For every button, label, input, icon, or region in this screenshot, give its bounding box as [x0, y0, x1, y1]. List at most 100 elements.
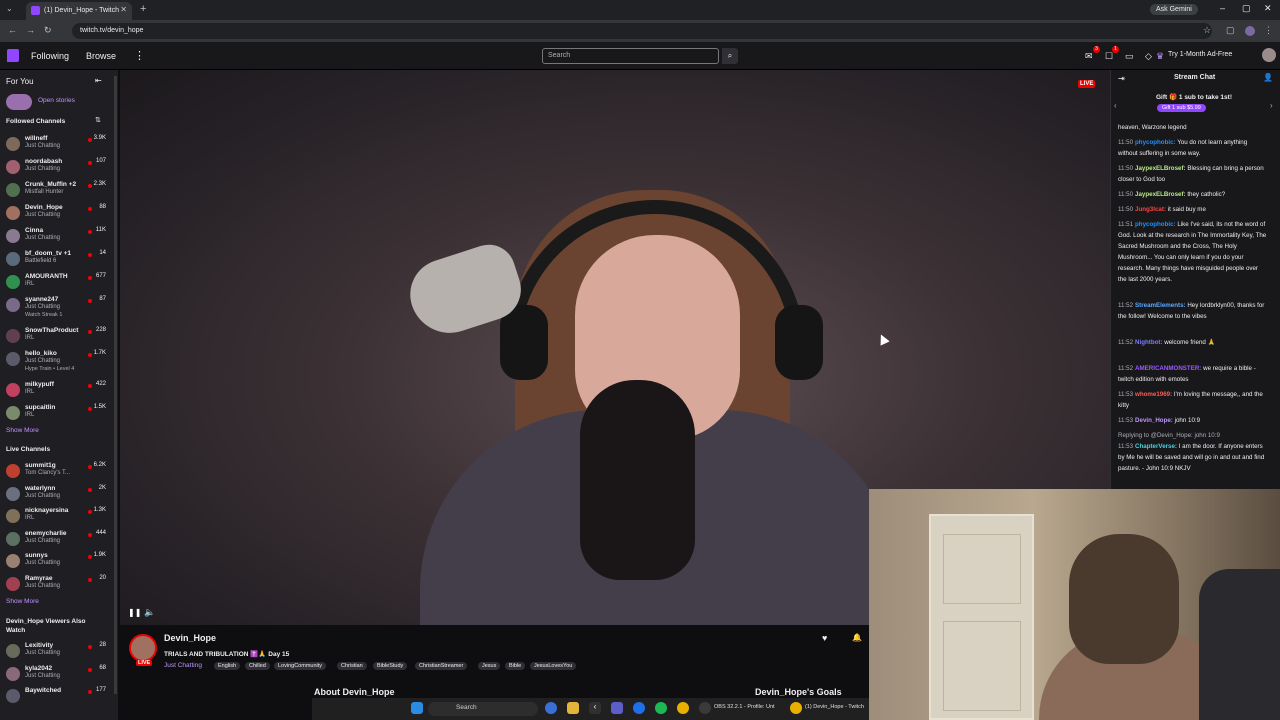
terminal-icon[interactable]: ‹: [589, 702, 601, 714]
sidebar-channel-item[interactable]: nicknayersina IRL 1.3K: [0, 506, 118, 528]
chat-username[interactable]: Nightbot:: [1135, 339, 1163, 346]
sidebar-channel-item[interactable]: willneff Just Chatting 3.9K: [0, 134, 118, 156]
sidebar-channel-item[interactable]: bf_doom_tv +1 Battlefield 6 14: [0, 249, 118, 271]
pause-icon[interactable]: ❚❚: [128, 608, 141, 617]
spotify-icon[interactable]: [655, 702, 667, 714]
sidebar-channel-item[interactable]: noordabash Just Chatting 107: [0, 157, 118, 179]
stream-tag[interactable]: BibleStudy: [373, 662, 408, 670]
sidebar-channel-item[interactable]: Lexitivity Just Chatting 28: [0, 641, 118, 663]
sort-icon[interactable]: ⇅: [95, 116, 101, 124]
chrome-profile-avatar[interactable]: [1245, 26, 1255, 36]
obs-taskbar-label[interactable]: OBS 32.2.1 - Profile: Unt: [714, 704, 775, 710]
chrome-menu-icon[interactable]: ⋮: [1264, 25, 1273, 36]
sidebar-channel-item[interactable]: kyla2042 Just Chatting 68: [0, 664, 118, 686]
sidebar-channel-item[interactable]: Baywitched 177: [0, 686, 118, 708]
edge-icon[interactable]: [633, 702, 645, 714]
sidebar-channel-item[interactable]: AMOURANTH IRL 677: [0, 272, 118, 294]
sidebar-channel-item[interactable]: Ramyrae Just Chatting 20: [0, 574, 118, 596]
sidebar-channel-item[interactable]: Devin_Hope Just Chatting 88: [0, 203, 118, 225]
stream-tag[interactable]: Chilled: [245, 662, 270, 670]
volume-icon[interactable]: 🔈: [144, 607, 155, 618]
open-stories-link[interactable]: Open stories: [38, 97, 75, 104]
stream-category-link[interactable]: Just Chatting: [164, 662, 202, 669]
reload-button[interactable]: ↻: [44, 25, 52, 36]
bits-icon[interactable]: ◇: [1145, 51, 1152, 62]
stories-avatars[interactable]: [6, 94, 32, 110]
chrome-icon[interactable]: [677, 702, 689, 714]
collapse-chat-icon[interactable]: ⇥: [1118, 74, 1125, 83]
show-more-live[interactable]: Show More: [6, 598, 39, 605]
ask-gemini-button[interactable]: Ask Gemini: [1150, 4, 1198, 15]
following-link[interactable]: Following: [31, 51, 69, 61]
ad-free-button[interactable]: Try 1-Month Ad-Free: [1168, 51, 1232, 58]
chat-username[interactable]: JaypexELBrosef:: [1135, 165, 1186, 172]
chat-username[interactable]: ChapterVerse:: [1135, 443, 1177, 450]
stream-tag[interactable]: ChristianStreamer: [415, 662, 468, 670]
sidebar-channel-item[interactable]: hello_kiko Just Chatting Hype Train • Leve…: [0, 349, 118, 372]
chat-username[interactable]: whome1969:: [1135, 391, 1172, 398]
sidebar-channel-item[interactable]: SnowThaProduct IRL 228: [0, 326, 118, 348]
twitch-logo-icon[interactable]: [7, 49, 19, 62]
sidebar-channel-item[interactable]: syanne247 Just Chatting Watch Streak 1 87: [0, 295, 118, 318]
gift-next-arrow-icon[interactable]: ›: [1270, 101, 1273, 110]
collapse-sidebar-icon[interactable]: ⇤: [95, 76, 102, 85]
user-avatar[interactable]: [1262, 48, 1276, 62]
new-tab-button[interactable]: +: [140, 3, 146, 15]
sidebar-channel-item[interactable]: sunnys Just Chatting 1.9K: [0, 551, 118, 573]
teams-icon[interactable]: [611, 702, 623, 714]
chat-username[interactable]: Jung3lcat:: [1135, 206, 1166, 213]
sidebar-channel-item[interactable]: milkypuff IRL 422: [0, 380, 118, 402]
stream-tag[interactable]: English: [214, 662, 241, 670]
stream-tag[interactable]: Bible: [505, 662, 526, 670]
streamer-avatar[interactable]: [129, 634, 157, 662]
tab-list-button[interactable]: ⌄: [6, 4, 13, 13]
stream-tag[interactable]: JesusLovesYou: [530, 662, 577, 670]
chrome-window-icon[interactable]: [790, 702, 802, 714]
inbox-icon[interactable]: ✉: [1085, 51, 1093, 62]
sidebar-channel-item[interactable]: summit1g Tom Clancy's T... 6.2K: [0, 461, 118, 483]
maximize-button[interactable]: ▢: [1242, 3, 1251, 14]
copilot-icon[interactable]: [545, 702, 557, 714]
sidebar-channel-item[interactable]: waterlynn Just Chatting 2K: [0, 484, 118, 506]
chat-username[interactable]: phycophobic:: [1135, 139, 1176, 146]
streamer-name[interactable]: Devin_Hope: [164, 633, 216, 643]
more-menu-icon[interactable]: ⋮: [134, 49, 145, 62]
sidebar-channel-item[interactable]: Cinna Just Chatting 11K: [0, 226, 118, 248]
gift-prev-arrow-icon[interactable]: ‹: [1114, 101, 1117, 110]
stream-tag[interactable]: Jesus: [478, 662, 501, 670]
stream-tag[interactable]: Christian: [337, 662, 367, 670]
minimize-button[interactable]: –: [1220, 3, 1225, 13]
forward-button[interactable]: →: [26, 25, 35, 35]
gift-sub-button[interactable]: Gift 1 sub $5.99: [1157, 104, 1206, 112]
follow-heart-icon[interactable]: ♥: [822, 633, 827, 643]
browser-tab[interactable]: (1) Devin_Hope - Twitch ✕: [26, 2, 132, 20]
windows-start-icon[interactable]: [411, 702, 423, 714]
search-icon[interactable]: ⌕: [722, 48, 738, 64]
extensions-icon[interactable]: ▢: [1226, 25, 1235, 36]
sidebar-channel-item[interactable]: enemycharlie Just Chatting 444: [0, 529, 118, 551]
url-field[interactable]: twitch.tv/devin_hope: [72, 23, 1212, 39]
sidebar-scrollbar[interactable]: [114, 76, 117, 694]
chrome-taskbar-label[interactable]: (1) Devin_Hope - Twitch: [805, 704, 865, 710]
notifications-icon[interactable]: ☐: [1105, 51, 1113, 62]
chat-username[interactable]: StreamElements:: [1135, 302, 1186, 309]
notification-bell-icon[interactable]: 🔔: [852, 633, 862, 642]
sidebar-channel-item[interactable]: supcaitlin IRL 1.5K: [0, 403, 118, 425]
search-input[interactable]: Search: [542, 48, 719, 64]
close-tab-icon[interactable]: ✕: [120, 5, 127, 14]
community-icon[interactable]: 👤: [1263, 73, 1273, 82]
sidebar-channel-item[interactable]: Crunk_Muffin +2 Mistfall Hunter 2.3K: [0, 180, 118, 202]
chat-username[interactable]: JaypexELBrosef:: [1135, 191, 1186, 198]
obs-icon[interactable]: [699, 702, 711, 714]
chat-username[interactable]: phycophobic:: [1135, 221, 1176, 228]
chat-username[interactable]: Devin_Hope:: [1135, 417, 1173, 424]
file-explorer-icon[interactable]: [567, 702, 579, 714]
stream-tag[interactable]: LovingCommunity: [274, 662, 327, 670]
close-window-button[interactable]: ✕: [1264, 3, 1272, 14]
browse-link[interactable]: Browse: [86, 51, 116, 61]
taskbar-search[interactable]: Search: [428, 702, 538, 716]
whispers-icon[interactable]: ▭: [1125, 51, 1134, 62]
chat-username[interactable]: AMERICANMONSTER:: [1135, 365, 1201, 372]
bookmark-star-icon[interactable]: ☆: [1203, 25, 1211, 36]
show-more-followed[interactable]: Show More: [6, 427, 39, 434]
